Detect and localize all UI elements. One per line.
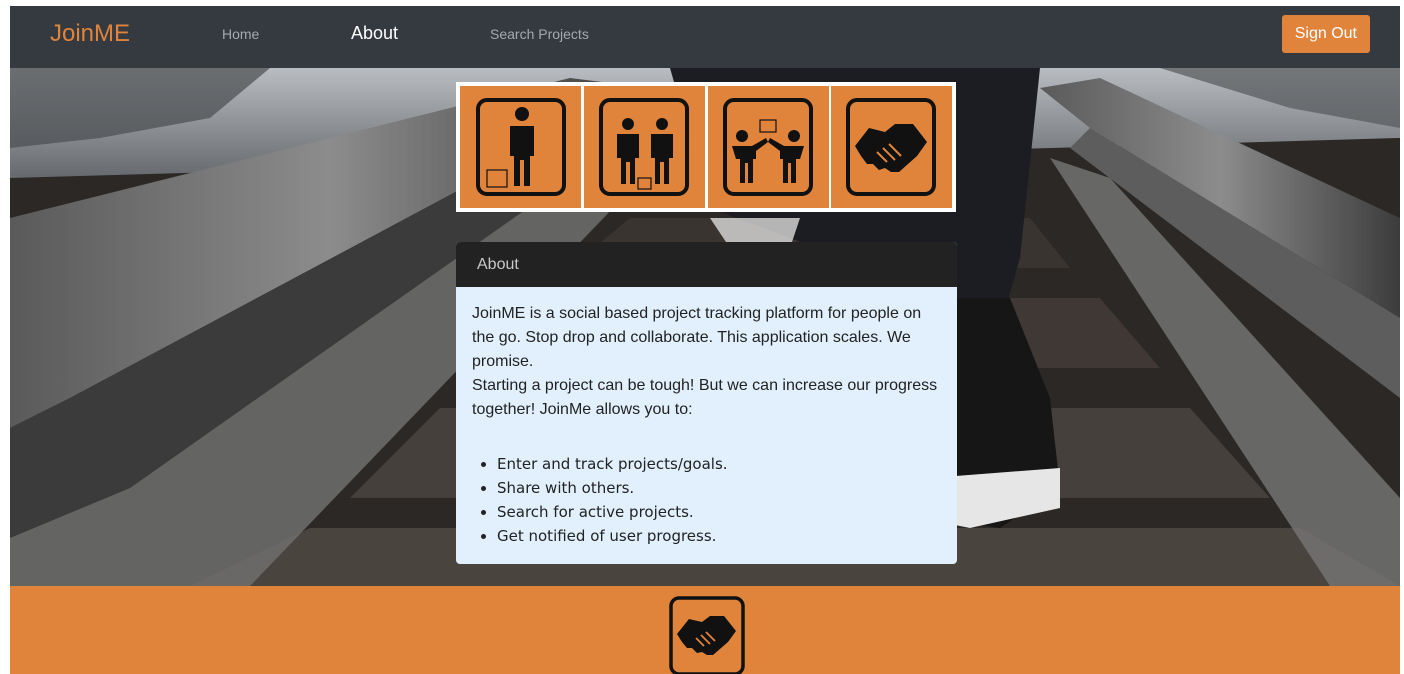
about-paragraph-intro: JoinME is a social based project trackin… bbox=[472, 305, 922, 370]
handshake-icon bbox=[669, 596, 745, 674]
logo-banner bbox=[456, 82, 956, 212]
hero-background: About JoinME is a social based project t… bbox=[10, 68, 1400, 586]
list-item: Enter and track projects/goals. bbox=[497, 452, 941, 476]
about-card: About JoinME is a social based project t… bbox=[456, 242, 957, 564]
nav-link-home[interactable]: Home bbox=[222, 26, 259, 42]
people-sharing-icon bbox=[708, 86, 829, 208]
navbar: JoinME Home About Search Projects Sign O… bbox=[10, 6, 1400, 68]
about-paragraph-features-intro: Starting a project can be tough! But we … bbox=[472, 377, 938, 418]
two-people-icon bbox=[584, 86, 705, 208]
about-card-header: About bbox=[456, 242, 957, 287]
about-card-body: JoinME is a social based project trackin… bbox=[456, 287, 957, 548]
handshake-icon bbox=[831, 86, 952, 208]
list-item: Search for active projects. bbox=[497, 500, 941, 524]
person-icon bbox=[460, 86, 581, 208]
sign-out-button[interactable]: Sign Out bbox=[1281, 15, 1370, 53]
brand-logo[interactable]: JoinME bbox=[50, 20, 130, 48]
feature-list: Enter and track projects/goals. Share wi… bbox=[472, 452, 941, 548]
footer bbox=[10, 586, 1400, 674]
list-item: Get notified of user progress. bbox=[497, 524, 941, 548]
nav-link-about[interactable]: About bbox=[351, 23, 398, 44]
nav-link-search-projects[interactable]: Search Projects bbox=[490, 26, 589, 42]
page: JoinME Home About Search Projects Sign O… bbox=[10, 6, 1400, 674]
list-item: Share with others. bbox=[497, 476, 941, 500]
